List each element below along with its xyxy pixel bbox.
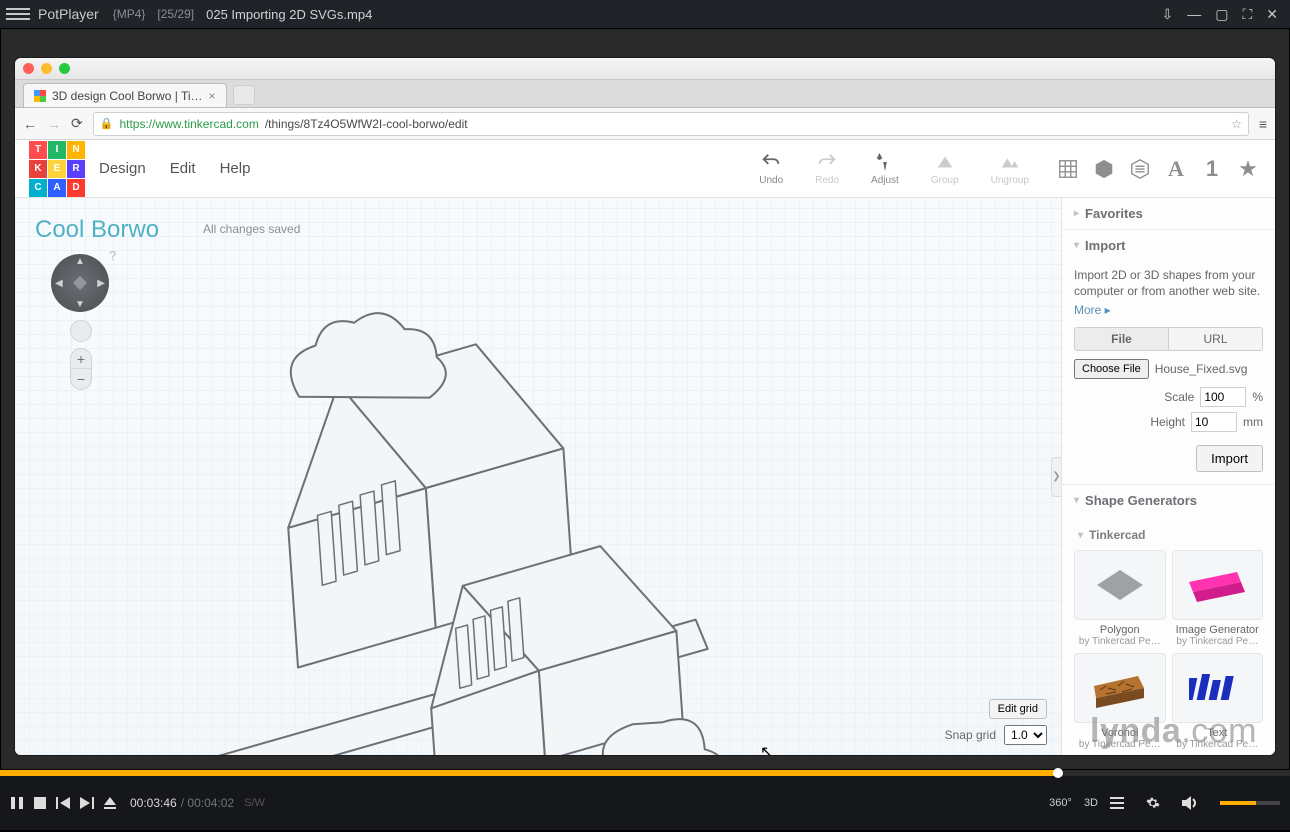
help-icon[interactable]: ? [109,248,116,263]
close-icon[interactable]: ✕ [1266,6,1278,23]
player-name: PotPlayer [38,6,99,22]
fit-view-button[interactable] [70,320,92,342]
snap-grid-label: Snap grid [945,728,996,742]
scale-input[interactable] [1200,387,1246,407]
redo-button[interactable]: Redo [815,151,839,186]
media-format: {MP4} [113,7,146,21]
minimize-icon[interactable]: — [1187,6,1201,23]
seek-bar[interactable] [0,770,1290,776]
tab-close-icon[interactable]: × [209,89,216,103]
shape-polygon[interactable]: Polygonby Tinkercad Pe… [1074,550,1166,647]
menu-icon[interactable] [6,5,30,23]
menu-design[interactable]: Design [99,160,146,177]
vr360-button[interactable]: 360° [1049,797,1072,809]
project-title[interactable]: Cool Borwo [35,216,159,244]
height-input[interactable] [1191,412,1237,432]
browser-tab[interactable]: 3D design Cool Borwo | Ti… × [23,83,227,107]
view-orbit-control[interactable]: ▲▼◀▶ [51,254,109,312]
forward-icon[interactable]: → [47,116,61,132]
3d-button[interactable]: 3D [1084,797,1098,809]
section-shape-generators[interactable]: Shape Generators [1062,485,1275,516]
section-favorites[interactable]: Favorites [1062,198,1275,229]
canvas-3d[interactable]: Cool Borwo All changes saved ? ▲▼◀▶ + − [15,198,1061,755]
time-total: / 00:04:02 [181,796,234,810]
import-tab-file[interactable]: File [1074,327,1168,351]
shape-image-generator[interactable]: Image Generatorby Tinkercad Pe… [1172,550,1264,647]
text-a-icon[interactable]: A [1163,156,1189,182]
import-description: Import 2D or 3D shapes from your compute… [1074,267,1263,299]
right-panel: Favorites Import Import 2D or 3D shapes … [1061,198,1275,755]
open-button[interactable] [104,797,116,809]
menu-help[interactable]: Help [220,160,251,177]
media-filename: 025 Importing 2D SVGs.mp4 [206,7,372,22]
playlist-icon[interactable] [1110,797,1124,809]
mac-minimize-icon[interactable] [41,63,52,74]
hole-view-icon[interactable] [1127,156,1153,182]
favorites-star-icon[interactable]: ★ [1235,156,1261,182]
url-path: /things/8Tz4O5WfW2I-cool-borwo/edit [265,117,468,131]
mac-close-icon[interactable] [23,63,34,74]
lock-icon: 🔒 [100,117,114,130]
back-icon[interactable]: ← [23,116,37,132]
volume-slider[interactable] [1220,801,1280,805]
group-button[interactable]: Group [931,151,959,186]
import-button[interactable]: Import [1196,445,1263,472]
height-label: Height [1150,415,1185,429]
text-1-icon[interactable]: 1 [1199,156,1225,182]
save-status: All changes saved [203,222,300,236]
shape-text[interactable]: Textby Tinkercad Pe… [1172,653,1264,750]
mac-zoom-icon[interactable] [59,63,70,74]
browser-window: 3D design Cool Borwo | Ti… × ← → ⟳ 🔒 htt… [15,58,1275,755]
next-button[interactable] [80,797,94,809]
prev-button[interactable] [56,797,70,809]
chosen-filename: House_Fixed.svg [1155,362,1248,376]
height-unit: mm [1243,415,1263,429]
shapegen-sub-tinkercad[interactable]: Tinkercad [1074,522,1263,544]
tinkercad-logo-icon[interactable]: TIN KER CAD [29,141,85,197]
browser-menu-icon[interactable]: ≡ [1259,116,1267,132]
video-surface[interactable]: 3D design Cool Borwo | Ti… × ← → ⟳ 🔒 htt… [0,28,1290,770]
tab-favicon-icon [34,90,46,102]
seek-thumb[interactable] [1053,768,1063,778]
pin-icon[interactable]: ⇩ [1161,6,1173,23]
import-more-link[interactable]: More ▸ [1074,303,1111,317]
choose-file-button[interactable]: Choose File [1074,359,1149,379]
render-mode[interactable]: S/W [244,797,265,809]
tab-title: 3D design Cool Borwo | Ti… [52,89,203,103]
zoom-out-button[interactable]: − [71,369,91,389]
volume-icon[interactable] [1182,796,1198,810]
zoom-control: + − [70,348,92,390]
fullscreen-icon[interactable]: ⛶ [1242,6,1252,23]
scale-label: Scale [1164,390,1194,404]
play-pause-button[interactable] [10,796,24,810]
maximize-icon[interactable]: ▢ [1215,6,1228,23]
scale-unit: % [1252,390,1263,404]
zoom-in-button[interactable]: + [71,349,91,369]
shape-voronoi[interactable]: Voronoiby Tinkercad Pe… [1074,653,1166,750]
undo-button[interactable]: Undo [759,151,783,186]
snap-grid-select[interactable]: 1.0 [1004,725,1047,745]
panel-collapse-icon[interactable]: ❯ [1051,457,1061,497]
new-tab-button[interactable] [233,85,255,105]
import-tab-url[interactable]: URL [1168,327,1263,351]
adjust-button[interactable]: Adjust [871,151,899,186]
section-import[interactable]: Import [1062,230,1275,261]
cursor-icon: ↖ [760,742,773,755]
reload-icon[interactable]: ⟳ [71,115,83,132]
url-host: https://www.tinkercad.com [119,117,258,131]
playlist-position: [25/29] [157,7,194,21]
time-current: 00:03:46 [130,796,177,810]
bookmark-star-icon[interactable]: ☆ [1231,117,1242,131]
menu-edit[interactable]: Edit [170,160,196,177]
stop-button[interactable] [34,797,46,809]
seek-fill [0,770,1058,776]
settings-icon[interactable] [1146,796,1160,810]
workplane-icon[interactable] [1055,156,1081,182]
edit-grid-button[interactable]: Edit grid [989,699,1047,719]
solid-view-icon[interactable] [1091,156,1117,182]
imported-svg-model[interactable] [111,248,749,755]
address-bar[interactable]: 🔒 https://www.tinkercad.com/things/8Tz4O… [93,112,1249,136]
ungroup-button[interactable]: Ungroup [991,151,1029,186]
